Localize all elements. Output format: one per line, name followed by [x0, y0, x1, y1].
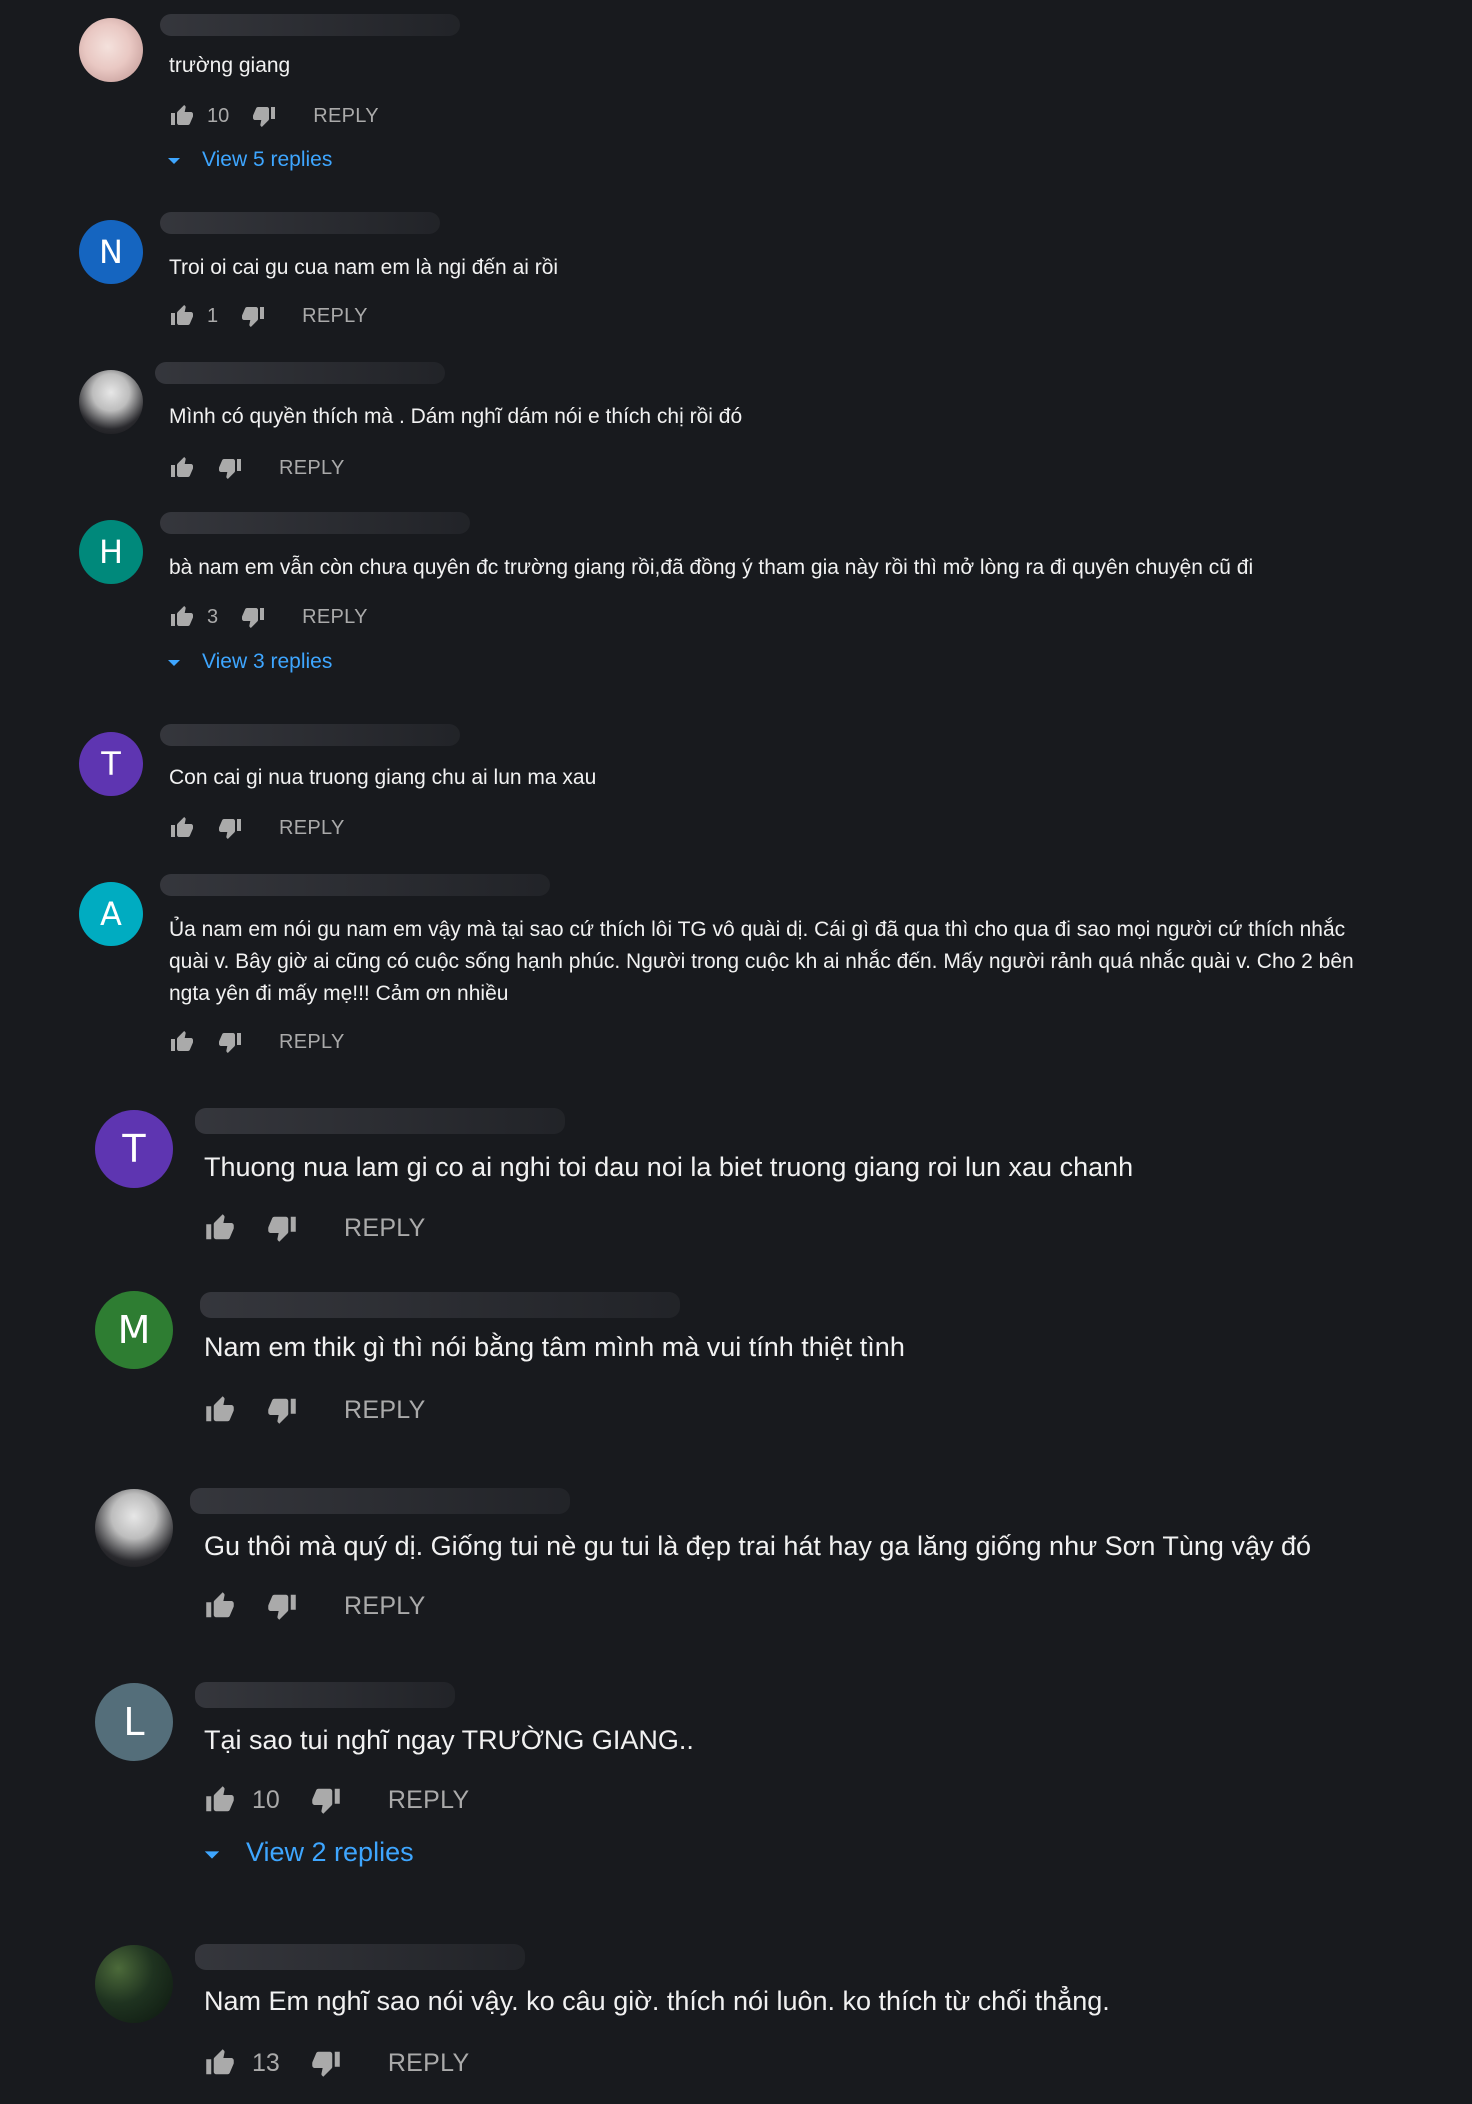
author-name-blurred — [195, 1944, 525, 1970]
avatar[interactable]: H — [79, 520, 143, 584]
avatar[interactable]: M — [95, 1291, 173, 1369]
avatar[interactable] — [95, 1489, 173, 1567]
author-name-blurred — [155, 362, 445, 384]
comment-text: Con cai gi nua truong giang chu ai lun m… — [169, 766, 597, 789]
thumbs-up-icon[interactable] — [204, 1591, 236, 1621]
thumbs-down-icon[interactable] — [240, 605, 266, 629]
view-replies-label: View 5 replies — [202, 148, 333, 171]
comment-actions: 1 REPLY — [169, 304, 368, 328]
reply-button[interactable]: REPLY — [302, 305, 368, 328]
caret-down-icon — [166, 148, 182, 172]
thumbs-down-icon[interactable] — [217, 1030, 243, 1054]
avatar-letter: T — [101, 745, 121, 783]
avatar[interactable]: L — [95, 1683, 173, 1761]
thumbs-down-icon[interactable] — [240, 304, 266, 328]
comment-actions: REPLY — [204, 1213, 426, 1243]
author-name-blurred — [160, 874, 550, 896]
comment-text: Thuong nua lam gi co ai nghi toi dau noi… — [204, 1152, 1134, 1182]
comment-actions: 3 REPLY — [169, 605, 368, 629]
comment-actions: REPLY — [204, 1591, 426, 1621]
author-name-blurred — [160, 512, 470, 534]
reply-button[interactable]: REPLY — [388, 1786, 470, 1815]
reply-button[interactable]: REPLY — [279, 817, 345, 840]
thumbs-down-icon[interactable] — [266, 1591, 298, 1621]
comment-text: Gu thôi mà quý dị. Giống tui nè gu tui l… — [204, 1531, 1311, 1561]
view-replies-label: View 3 replies — [202, 650, 333, 673]
view-replies-button[interactable]: View 3 replies — [166, 650, 332, 674]
thumbs-up-icon[interactable] — [169, 304, 195, 328]
like-count: 10 — [252, 1785, 280, 1814]
view-replies-button[interactable]: View 2 replies — [202, 1837, 414, 1868]
comment-actions: 13 REPLY — [204, 2048, 469, 2078]
comment-text: Tại sao tui nghĩ ngay TRƯỜNG GIANG.. — [204, 1725, 694, 1755]
comment-actions: REPLY — [169, 1030, 345, 1054]
thumbs-down-icon[interactable] — [266, 1395, 298, 1425]
thumbs-up-icon[interactable] — [169, 104, 195, 128]
avatar-letter: T — [122, 1127, 146, 1171]
author-name-blurred — [160, 212, 440, 234]
author-name-blurred — [190, 1488, 570, 1514]
comment-actions: REPLY — [169, 816, 345, 840]
reply-button[interactable]: REPLY — [279, 457, 345, 480]
thumbs-up-icon[interactable] — [169, 605, 195, 629]
comment-text: Nam em thik gì thì nói bằng tâm mình mà … — [204, 1332, 905, 1362]
reply-button[interactable]: REPLY — [344, 1396, 426, 1425]
comment-text: bà nam em vẫn còn chưa quyên đc trường g… — [169, 556, 1254, 579]
thumbs-up-icon[interactable] — [204, 1395, 236, 1425]
like-count: 10 — [207, 104, 230, 127]
reply-button[interactable]: REPLY — [344, 1592, 426, 1621]
reply-button[interactable]: REPLY — [344, 1214, 426, 1243]
thumbs-up-icon[interactable] — [169, 456, 195, 480]
like-count: 3 — [207, 605, 219, 628]
reply-button[interactable]: REPLY — [388, 2049, 470, 2078]
thumbs-down-icon[interactable] — [310, 1785, 342, 1815]
author-name-blurred — [195, 1682, 455, 1708]
thumbs-up-icon[interactable] — [204, 1213, 236, 1243]
author-name-blurred — [195, 1108, 565, 1134]
avatar[interactable] — [79, 370, 143, 434]
comment-actions: 10 REPLY — [169, 104, 379, 128]
comment-text: Nam Em nghĩ sao nói vậy. ko câu giờ. thí… — [204, 1986, 1110, 2016]
author-name-blurred — [160, 724, 460, 746]
avatar-letter: H — [98, 533, 124, 571]
reply-button[interactable]: REPLY — [302, 606, 368, 629]
comment-actions: 10 REPLY — [204, 1785, 469, 1815]
comment-text: Ủa nam em nói gu nam em vậy mà tại sao c… — [169, 918, 1354, 1005]
comment-actions: REPLY — [169, 456, 345, 480]
reply-button[interactable]: REPLY — [313, 105, 379, 128]
reply-button[interactable]: REPLY — [279, 1031, 345, 1054]
thumbs-up-icon[interactable] — [169, 816, 195, 840]
thumbs-down-icon[interactable] — [217, 816, 243, 840]
view-replies-button[interactable]: View 5 replies — [166, 148, 332, 172]
thumbs-down-icon[interactable] — [266, 1213, 298, 1243]
avatar-letter: L — [123, 1700, 145, 1744]
avatar[interactable] — [95, 1945, 173, 2023]
thumbs-down-icon[interactable] — [217, 456, 243, 480]
caret-down-icon — [202, 1837, 222, 1868]
avatar[interactable]: T — [79, 732, 143, 796]
thumbs-up-icon[interactable] — [204, 1785, 236, 1815]
thumbs-up-icon[interactable] — [204, 2048, 236, 2078]
thumbs-up-icon[interactable] — [169, 1030, 195, 1054]
avatar-letter: A — [100, 895, 122, 933]
avatar[interactable]: T — [95, 1110, 173, 1188]
author-name-blurred — [160, 14, 460, 36]
view-replies-label: View 2 replies — [246, 1837, 414, 1867]
author-name-blurred — [200, 1292, 680, 1318]
avatar-letter: M — [117, 1308, 151, 1352]
avatar[interactable]: N — [79, 220, 143, 284]
like-count: 13 — [252, 2048, 280, 2077]
avatar[interactable]: A — [79, 882, 143, 946]
comment-text: trường giang — [169, 54, 291, 77]
thumbs-down-icon[interactable] — [251, 104, 277, 128]
avatar[interactable] — [79, 18, 143, 82]
comment-text: Troi oi cai gu cua nam em là ngi đến ai … — [169, 256, 559, 279]
comment-actions: REPLY — [204, 1395, 426, 1425]
caret-down-icon — [166, 650, 182, 674]
like-count: 1 — [207, 304, 219, 327]
comment-text: Mình có quyền thích mà . Dám nghĩ dám nó… — [169, 405, 743, 428]
thumbs-down-icon[interactable] — [310, 2048, 342, 2078]
avatar-letter: N — [99, 233, 123, 271]
